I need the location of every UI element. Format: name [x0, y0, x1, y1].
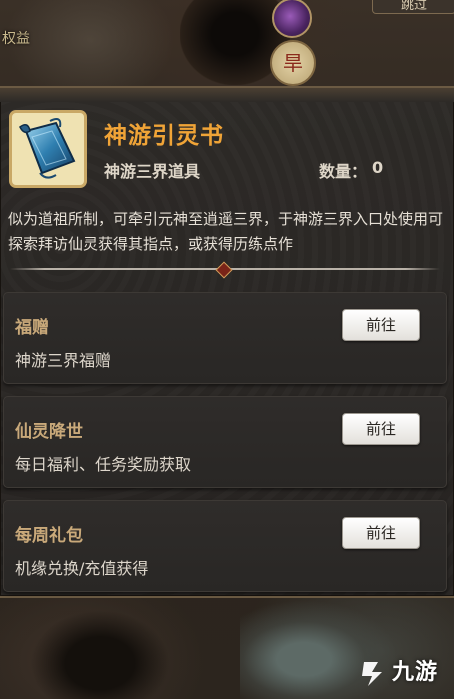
source-description: 神游三界福赠	[15, 351, 112, 370]
source-description: 每日福利、任务奖励获取	[15, 455, 192, 474]
watermark-logo-icon	[362, 662, 382, 686]
watermark: 九游	[358, 648, 454, 698]
source-row-fuzeng: 福赠 神游三界福赠 前往	[3, 292, 447, 384]
seal-icon[interactable]: 旱	[270, 40, 316, 86]
top-left-label: 权益	[2, 31, 30, 47]
source-title: 每周礼包	[15, 526, 83, 546]
source-row-weekly-pack: 每周礼包 机缘兑换/充值获得 前往	[3, 500, 447, 592]
item-detail-panel: 神游引灵书 神游三界道具 数量： 0 似为道祖所制，可牵引元神至逍遥三界，于神游…	[0, 86, 454, 598]
source-title: 仙灵降世	[15, 422, 83, 442]
background-lower-figure	[30, 610, 170, 699]
item-description: 似为道祖所制，可牵引元神至逍遥三界，于神游三界入口处使用可探索拜访仙灵获得其指点…	[8, 210, 444, 253]
watermark-text: 九游	[392, 660, 439, 685]
source-row-xianling: 仙灵降世 每日福利、任务奖励获取 前往	[3, 396, 447, 488]
source-title: 福赠	[15, 318, 49, 338]
item-name: 神游引灵书	[104, 123, 224, 149]
item-icon-frame	[9, 110, 87, 188]
source-description: 机缘兑换/充值获得	[15, 559, 149, 578]
scroll-icon	[19, 118, 76, 179]
skip-button[interactable]: 跳过	[372, 0, 454, 14]
quantity-value: 0	[372, 158, 384, 177]
quantity-label: 数量：	[319, 162, 368, 181]
item-type: 神游三界道具	[104, 162, 201, 181]
goto-button-xianling[interactable]: 前往	[342, 413, 420, 445]
divider-ornament-icon	[215, 261, 233, 279]
goto-button-weekly-pack[interactable]: 前往	[342, 517, 420, 549]
goto-button-fuzeng[interactable]: 前往	[342, 309, 420, 341]
